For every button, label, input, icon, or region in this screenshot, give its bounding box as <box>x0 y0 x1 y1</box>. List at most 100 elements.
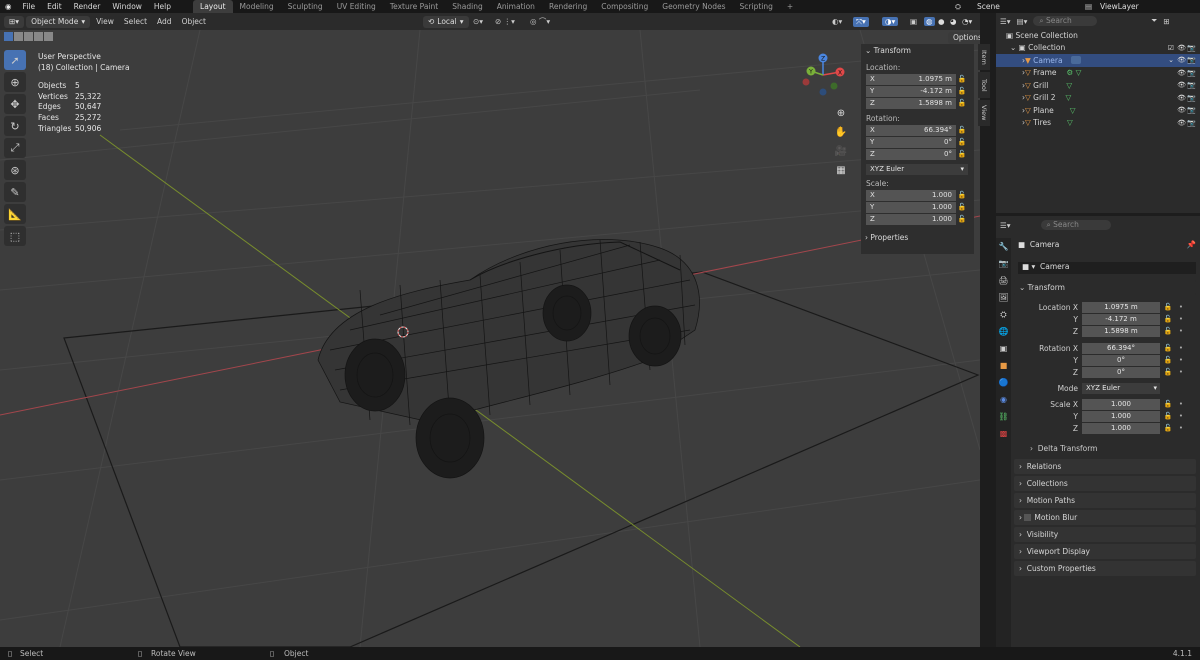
scale-z-field[interactable]: Z 1.000 🔓 <box>866 213 974 225</box>
options-dropdown[interactable]: Options▾ <box>948 32 980 44</box>
rotation-y-field[interactable]: Y 0° 🔓 <box>866 136 974 148</box>
ortho-grid-icon[interactable]: ▦ <box>832 161 850 179</box>
location-x-field[interactable]: X 1.0975 m 🔓 <box>866 73 974 85</box>
object-tab-icon[interactable]: ■ <box>996 357 1011 374</box>
viewport-display-section[interactable]: › Viewport Display <box>1014 544 1196 559</box>
outliner-item-tires[interactable]: › ▽ Tires ▽ 👁 📷 <box>996 117 1200 130</box>
outliner-item-grill[interactable]: › ▽ Grill ▽ 👁 📷 <box>996 79 1200 92</box>
constraints-tab-icon[interactable]: ⛓ <box>996 408 1011 425</box>
render-tab-icon[interactable]: 📷 <box>996 255 1011 272</box>
tab-compositing[interactable]: Compositing <box>594 0 655 13</box>
visibility-icon[interactable]: ◐▾ <box>832 17 842 26</box>
motion-paths-section[interactable]: › Motion Paths <box>1014 493 1196 508</box>
tab-shading[interactable]: Shading <box>445 0 489 13</box>
prop-location-z[interactable]: Z 1.5898 m 🔓 • <box>1018 325 1186 337</box>
output-tab-icon[interactable]: 🖨 <box>996 272 1011 289</box>
tab-animation[interactable]: Animation <box>490 0 542 13</box>
lock-icon[interactable]: 🔓 <box>956 150 968 158</box>
camera-view-icon[interactable]: 🎥 <box>832 142 850 160</box>
properties-editor-icon[interactable]: ☰▾ <box>1000 221 1011 230</box>
wireframe-shading-icon[interactable]: ◍ <box>924 17 935 26</box>
scene-collection-row[interactable]: ▣ Scene Collection <box>996 29 1200 42</box>
modifier-tab-icon[interactable]: 🔵 <box>996 374 1011 391</box>
prop-rotation-z[interactable]: Z 0° 🔓 • <box>1018 366 1186 378</box>
overlay-toggle-icon[interactable]: ◑▾ <box>882 17 899 26</box>
prop-scale-z[interactable]: Z 1.000 🔓 • <box>1018 422 1186 434</box>
pin-icon[interactable]: 📌 <box>1187 240 1196 249</box>
rendered-shading-icon[interactable]: ◔▾ <box>962 17 972 26</box>
prop-location-x[interactable]: Location X 1.0975 m 🔓 • <box>1018 301 1186 313</box>
motion-blur-section[interactable]: › Motion Blur <box>1014 510 1196 525</box>
xray-icon[interactable]: ▣ <box>910 17 917 26</box>
select-tool-icon[interactable]: ➚ <box>4 50 26 70</box>
tab-view[interactable]: View <box>978 100 990 126</box>
object-name-row[interactable]: ■ Camera <box>1018 240 1059 249</box>
npanel-properties-header[interactable]: › Properties <box>861 231 974 245</box>
rotation-x-field[interactable]: X 66.394° 🔓 <box>866 124 974 136</box>
menu-file[interactable]: File <box>17 0 42 13</box>
tab-geometry-nodes[interactable]: Geometry Nodes <box>655 0 732 13</box>
zoom-icon[interactable]: ⊕ <box>832 104 850 122</box>
tab-uv-editing[interactable]: UV Editing <box>330 0 383 13</box>
prop-rotation-mode[interactable]: Mode XYZ Euler ▾ <box>1018 382 1160 394</box>
menu-render[interactable]: Render <box>68 0 107 13</box>
proportional-icon[interactable]: ◎ ⌒▾ <box>530 16 550 27</box>
world-tab-icon[interactable]: 🌐 <box>996 323 1011 340</box>
outliner-item-camera[interactable]: › ▼ Camera ⌄ 👁 📷 <box>996 54 1200 67</box>
add-workspace-icon[interactable]: + <box>780 0 800 13</box>
menu-view[interactable]: View <box>92 17 118 26</box>
tab-tool[interactable]: Tool <box>978 72 990 98</box>
properties-search-input[interactable]: ⌕ Search <box>1040 220 1111 230</box>
tab-item[interactable]: Item <box>978 44 990 70</box>
physics-tab-icon[interactable]: ◉ <box>996 391 1011 408</box>
annotate-tool-icon[interactable]: ✎ <box>4 182 26 202</box>
navigation-gizmo[interactable]: X Z Y <box>800 52 846 98</box>
tab-modeling[interactable]: Modeling <box>233 0 281 13</box>
snap-icon[interactable]: ⊘ ⋮▾ <box>495 17 515 26</box>
tab-scripting[interactable]: Scripting <box>733 0 780 13</box>
scene-name[interactable]: Scene <box>977 2 1000 11</box>
menu-help[interactable]: Help <box>148 0 177 13</box>
menu-object[interactable]: Object <box>178 17 210 26</box>
object-name-field[interactable]: ■ ▾ Camera <box>1018 262 1196 274</box>
gizmo-toggle-icon[interactable]: ⤧▾ <box>853 16 869 27</box>
orientation-dropdown[interactable]: ⟲ Local ▾ <box>423 15 469 28</box>
cursor-tool-icon[interactable]: ⊕ <box>4 72 26 92</box>
delta-transform-header[interactable]: › Delta Transform <box>1030 444 1097 453</box>
transform-tool-icon[interactable]: ⊛ <box>4 160 26 180</box>
display-mode-icon[interactable]: ▤▾ <box>1017 17 1028 26</box>
solid-shading-icon[interactable]: ● <box>938 17 945 26</box>
relations-section[interactable]: › Relations <box>1014 459 1196 474</box>
prop-rotation-x[interactable]: Rotation X 66.394° 🔓 • <box>1018 342 1186 354</box>
pan-hand-icon[interactable]: ✋ <box>832 123 850 141</box>
add-cube-tool-icon[interactable]: ⬚ <box>4 226 26 246</box>
tab-rendering[interactable]: Rendering <box>542 0 594 13</box>
location-y-field[interactable]: Y -4.172 m 🔓 <box>866 85 974 97</box>
rotate-tool-icon[interactable]: ↻ <box>4 116 26 136</box>
outliner-editor-icon[interactable]: ☰▾ <box>1000 17 1011 26</box>
tab-layout[interactable]: Layout <box>193 0 233 13</box>
outliner-item-plane[interactable]: › ▽ Plane ▽ 👁 📷 <box>996 104 1200 117</box>
collection-tab-icon[interactable]: ▣ <box>996 340 1011 357</box>
view-layer-tab-icon[interactable]: 🖼 <box>996 289 1011 306</box>
move-tool-icon[interactable]: ✥ <box>4 94 26 114</box>
lock-icon[interactable]: 🔓 <box>956 191 968 199</box>
prop-scale-y[interactable]: Y 1.000 🔓 • <box>1018 410 1186 422</box>
filter-icon[interactable]: ⏷ <box>1151 16 1157 26</box>
collections-section[interactable]: › Collections <box>1014 476 1196 491</box>
outliner-search-input[interactable]: ⌕ Search <box>1033 16 1098 26</box>
menu-select[interactable]: Select <box>120 17 151 26</box>
outliner-item-grill-2[interactable]: › ▽ Grill 2 ▽ 👁 📷 <box>996 92 1200 105</box>
measure-tool-icon[interactable]: 📐 <box>4 204 26 224</box>
scale-y-field[interactable]: Y 1.000 🔓 <box>866 201 974 213</box>
tool-tab-icon[interactable]: 🔧 <box>996 238 1011 255</box>
lock-icon[interactable]: 🔓 <box>956 215 968 223</box>
editor-type-button[interactable]: ⊞▾ <box>4 15 25 28</box>
rotation-z-field[interactable]: Z 0° 🔓 <box>866 148 974 160</box>
prop-scale-x[interactable]: Scale X 1.000 🔓 • <box>1018 398 1186 410</box>
menu-edit[interactable]: Edit <box>41 0 68 13</box>
viewlayer-name[interactable]: ViewLayer <box>1100 2 1139 11</box>
custom-properties-section[interactable]: › Custom Properties <box>1014 561 1196 576</box>
lock-icon[interactable]: 🔓 <box>956 138 968 146</box>
collection-row[interactable]: ⌄ ▣ Collection ☑ 👁 📷 <box>996 42 1200 55</box>
